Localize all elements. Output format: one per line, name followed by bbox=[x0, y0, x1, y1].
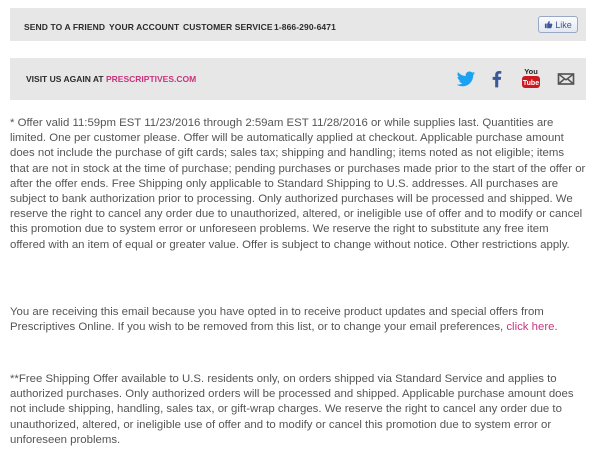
send-to-friend-link[interactable]: SEND TO A FRIEND bbox=[24, 22, 105, 32]
offer-disclaimer: * Offer valid 11:59pm EST 11/23/2016 thr… bbox=[10, 116, 586, 253]
svg-text:You: You bbox=[524, 67, 538, 76]
visit-prefix: VISIT US AGAIN AT bbox=[26, 74, 104, 84]
facebook-icon[interactable] bbox=[487, 69, 507, 89]
twitter-icon[interactable] bbox=[456, 69, 476, 89]
offer-disclaimer-text: * Offer valid 11:59pm EST 11/23/2016 thr… bbox=[10, 117, 586, 251]
phone-number[interactable]: 1-866-290-6471 bbox=[274, 22, 336, 32]
email-icon[interactable] bbox=[556, 69, 576, 89]
shipping-disclaimer: **Free Shipping Offer available to U.S. … bbox=[10, 372, 586, 448]
shipping-disclaimer-text: **Free Shipping Offer available to U.S. … bbox=[10, 373, 574, 446]
optin-notice-end: . bbox=[554, 321, 558, 334]
thumbs-up-icon bbox=[545, 20, 553, 29]
svg-text:Tube: Tube bbox=[523, 80, 539, 87]
your-account-link[interactable]: YOUR ACCOUNT bbox=[109, 22, 179, 32]
youtube-icon[interactable]: You Tube bbox=[520, 66, 542, 92]
unsubscribe-link[interactable]: click here bbox=[506, 321, 554, 333]
optin-notice-paragraph: You are receiving this email because you… bbox=[10, 305, 586, 335]
prescriptives-site-link[interactable]: PRESCRIPTIVES.COM bbox=[106, 74, 196, 84]
optin-notice: You are receiving this email because you… bbox=[10, 305, 586, 335]
facebook-like-button[interactable]: Like bbox=[538, 16, 578, 33]
like-label: Like bbox=[555, 19, 572, 30]
top-nav-bar: SEND TO A FRIEND YOUR ACCOUNT CUSTOMER S… bbox=[10, 8, 586, 41]
optin-notice-text: You are receiving this email because you… bbox=[10, 306, 544, 334]
visit-us-text: VISIT US AGAIN AT PRESCRIPTIVES.COM bbox=[26, 74, 196, 84]
customer-service-link[interactable]: CUSTOMER SERVICE bbox=[183, 22, 273, 32]
visit-bar: VISIT US AGAIN AT PRESCRIPTIVES.COM You … bbox=[10, 58, 586, 100]
